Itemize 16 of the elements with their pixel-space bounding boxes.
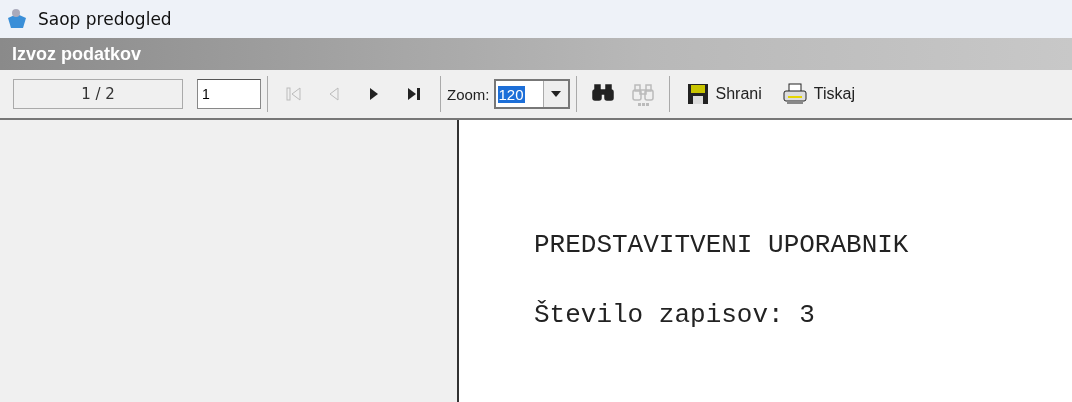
zoom-label: Zoom: <box>447 85 490 103</box>
save-button[interactable]: Shrani <box>675 76 772 112</box>
page-text: Število zapisov: 3 <box>534 300 816 330</box>
window-title: Saop predogled <box>38 9 172 29</box>
header-title: Izvoz podatkov <box>12 43 141 65</box>
caret-icon <box>550 91 561 97</box>
binoculars-icon <box>629 81 656 107</box>
printer-icon <box>781 82 808 106</box>
print-button[interactable]: Tiskaj <box>771 76 865 112</box>
page-text: PREDSTAVITVENI UPORABNIK <box>534 230 910 260</box>
page-indicator: 1 / 2 <box>13 79 183 109</box>
skip-back-icon <box>285 85 303 103</box>
app-icon <box>6 8 28 30</box>
page-input[interactable]: 1 <box>197 79 261 109</box>
zoom-dropdown[interactable]: 120 <box>493 79 570 109</box>
skip-forward-icon <box>405 85 423 103</box>
